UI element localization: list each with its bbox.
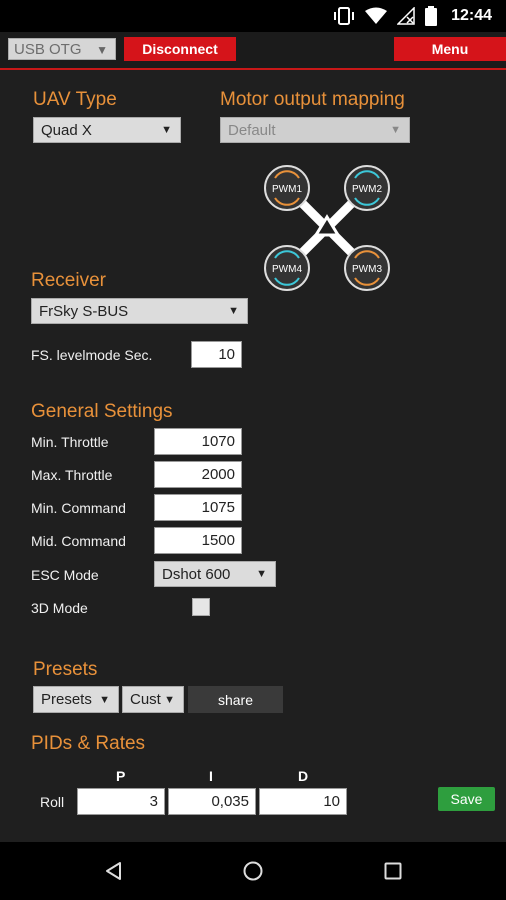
vibrate-icon (334, 7, 355, 25)
clock: 12:44 (451, 7, 492, 24)
min-command-label: Min. Command (31, 500, 126, 516)
chevron-down-icon: ▼ (96, 43, 108, 57)
back-icon[interactable] (104, 861, 124, 881)
motor-pwm3: PWM3 (344, 245, 390, 291)
motor-pwm2: PWM2 (344, 165, 390, 211)
uav-type-title: UAV Type (33, 89, 117, 110)
esc-mode-label: ESC Mode (31, 567, 99, 583)
presets-select[interactable]: Presets ▼ (33, 686, 119, 713)
roll-d-input[interactable]: 10 (259, 788, 347, 815)
share-button[interactable]: share (188, 686, 283, 713)
general-settings-title: General Settings (31, 401, 173, 422)
motor-mapping-title: Motor output mapping (220, 89, 405, 110)
chevron-down-icon: ▼ (390, 124, 401, 136)
battery-icon (425, 6, 438, 26)
chevron-down-icon: ▼ (161, 124, 172, 136)
cust-select-value: Cust (130, 691, 161, 708)
motor-pwm4: PWM4 (264, 245, 310, 291)
esc-mode-select[interactable]: Dshot 600 ▼ (154, 561, 276, 587)
fs-levelmode-label: FS. levelmode Sec. (31, 347, 153, 363)
motor-label: PWM4 (272, 264, 302, 275)
pid-col-i: I (209, 768, 213, 784)
min-throttle-input[interactable]: 1070 (154, 428, 242, 455)
mid-command-label: Mid. Command (31, 533, 126, 549)
save-button[interactable]: Save (438, 787, 495, 811)
pid-row-roll-label: Roll (40, 794, 65, 810)
chevron-down-icon: ▼ (228, 305, 239, 317)
chevron-down-icon: ▼ (256, 568, 267, 580)
connection-select[interactable]: USB OTG ▼ (8, 38, 116, 60)
motor-mapping-select[interactable]: Default ▼ (220, 117, 410, 143)
mode-3d-label: 3D Mode (31, 600, 88, 616)
min-throttle-label: Min. Throttle (31, 434, 109, 450)
fs-levelmode-input[interactable]: 10 (191, 341, 242, 368)
pid-col-d: D (298, 768, 309, 784)
uav-type-select[interactable]: Quad X ▼ (33, 117, 181, 143)
uav-type-value: Quad X (41, 121, 92, 139)
chevron-down-icon: ▼ (99, 693, 110, 706)
esc-mode-value: Dshot 600 (162, 565, 231, 583)
status-icons: 12:44 (333, 0, 492, 32)
roll-i-input[interactable]: 0,035 (168, 788, 256, 815)
presets-select-value: Presets (41, 691, 92, 708)
mode-3d-checkbox[interactable] (192, 598, 210, 616)
navigation-bar (0, 842, 506, 900)
mid-command-input[interactable]: 1500 (154, 527, 242, 554)
cust-select[interactable]: Cust ▼ (122, 686, 184, 713)
menu-button[interactable]: Menu (394, 37, 506, 61)
presets-title: Presets (33, 659, 98, 680)
motor-label: PWM2 (352, 184, 382, 195)
recents-icon[interactable] (384, 862, 402, 880)
receiver-select[interactable]: FrSky S-BUS ▼ (31, 298, 248, 324)
status-bar: 12:44 (0, 0, 506, 32)
disconnect-button[interactable]: Disconnect (124, 37, 236, 61)
toolbar: USB OTG ▼ Disconnect Menu (0, 32, 506, 70)
max-throttle-label: Max. Throttle (31, 467, 113, 483)
receiver-title: Receiver (31, 270, 106, 291)
connection-select-value: USB OTG (14, 41, 82, 58)
motor-label: PWM1 (272, 184, 302, 195)
quad-x-diagram: PWM1 PWM2 PWM4 PWM3 (264, 165, 390, 291)
home-icon[interactable] (242, 860, 264, 882)
pids-rates-title: PIDs & Rates (31, 733, 146, 754)
max-throttle-input[interactable]: 2000 (154, 461, 242, 488)
motor-mapping-value: Default (228, 121, 276, 139)
pid-col-p: P (116, 768, 126, 784)
motor-pwm1: PWM1 (264, 165, 310, 211)
roll-p-input[interactable]: 3 (77, 788, 165, 815)
chevron-down-icon: ▼ (164, 693, 175, 706)
no-signal-icon (397, 7, 415, 25)
receiver-value: FrSky S-BUS (39, 302, 129, 320)
min-command-input[interactable]: 1075 (154, 494, 242, 521)
wifi-icon (365, 7, 388, 24)
motor-label: PWM3 (352, 264, 382, 275)
